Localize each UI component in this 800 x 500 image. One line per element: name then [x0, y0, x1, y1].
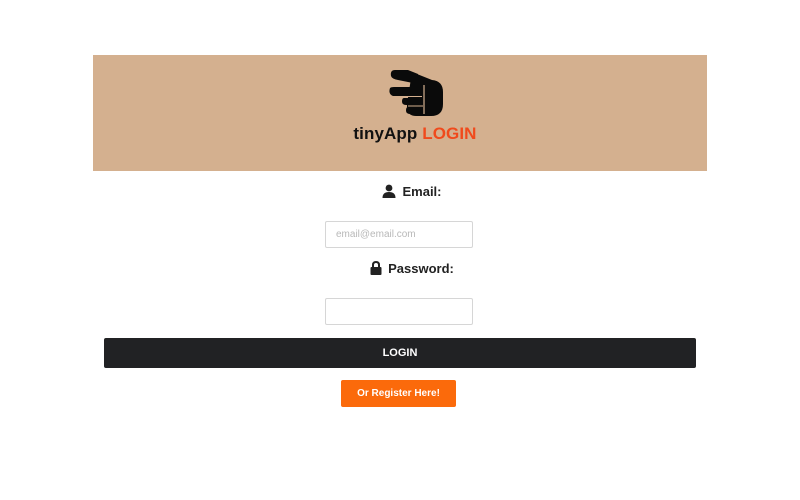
- email-label: Email:: [12, 184, 800, 199]
- password-label: Password:: [12, 261, 800, 276]
- email-input[interactable]: [325, 221, 473, 248]
- login-page: tinyApp LOGIN Email: Password: LOGIN Or …: [0, 0, 800, 500]
- lock-icon: [370, 261, 382, 275]
- password-label-text: Password:: [388, 261, 454, 276]
- app-name: tinyApp: [353, 124, 418, 143]
- register-button[interactable]: Or Register Here!: [341, 380, 456, 407]
- password-input[interactable]: [325, 298, 473, 325]
- pointing-hand-icon: [389, 70, 443, 116]
- email-label-text: Email:: [402, 184, 442, 199]
- app-title: tinyApp LOGIN: [0, 124, 800, 144]
- login-heading: LOGIN: [422, 124, 477, 143]
- login-button[interactable]: LOGIN: [104, 338, 696, 368]
- user-icon: [382, 184, 396, 198]
